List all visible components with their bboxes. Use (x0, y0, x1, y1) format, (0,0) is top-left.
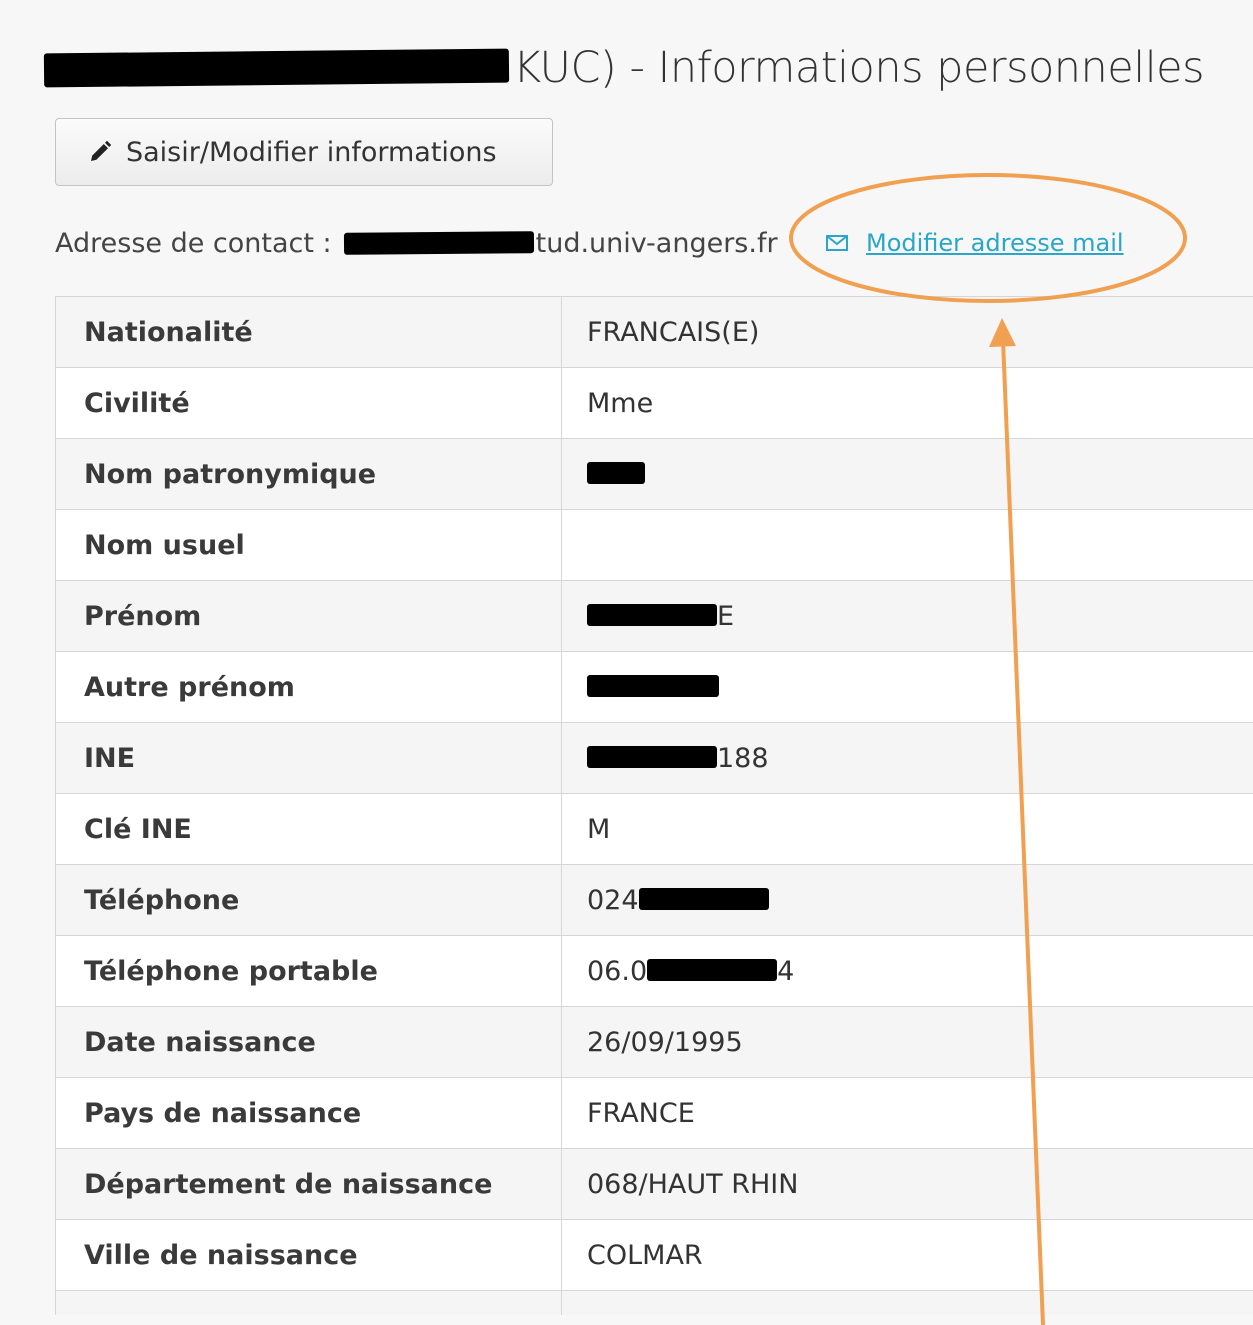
row-value-civilite: Mme (561, 367, 1253, 439)
redacted-value-block (587, 675, 719, 697)
row-label-date-naissance: Date naissance (55, 1006, 562, 1078)
row-label-telephone: Téléphone (55, 864, 562, 936)
table-row: Nom patronymique (55, 438, 1253, 510)
page-title: KUC) - Informations personnelles (513, 43, 1205, 93)
personal-info-table: Nationalité FRANCAIS(E) Civilité Mme Nom… (55, 296, 1253, 1315)
modify-email-link[interactable]: Modifier adresse mail (826, 226, 1124, 260)
table-row: Nom usuel (55, 509, 1253, 581)
row-value-cle-ine: M (561, 793, 1253, 865)
row-value-date-naissance: 26/09/1995 (561, 1006, 1253, 1078)
portable-visible-suffix: 4 (777, 955, 795, 987)
row-value-ine: 188 (561, 722, 1253, 794)
partial-row-value (561, 1290, 1253, 1315)
table-row: Téléphone 024 (55, 864, 1253, 936)
row-value-nom-usuel (561, 509, 1253, 581)
table-row: Téléphone portable 06.0 4 (55, 935, 1253, 1007)
page-header: KUC) - Informations personnelles (43, 38, 1205, 98)
telephone-visible-part: 024 (587, 884, 639, 916)
row-value-prenom: E (561, 580, 1253, 652)
row-value-nom-patronymique (561, 438, 1253, 510)
pencil-icon (91, 140, 112, 161)
row-label-nationalite: Nationalité (55, 296, 562, 368)
redacted-email-block (343, 231, 534, 255)
row-value-telephone-portable: 06.0 4 (561, 935, 1253, 1007)
prenom-visible-part: E (717, 600, 735, 632)
row-value-ville-naissance: COLMAR (561, 1219, 1253, 1291)
redacted-value-block (587, 604, 717, 626)
row-label-nom-patronymique: Nom patronymique (55, 438, 562, 510)
redacted-value-block (647, 959, 778, 981)
table-row: Date naissance 26/09/1995 (55, 1006, 1253, 1078)
row-label-departement-naissance: Département de naissance (55, 1148, 562, 1220)
portable-visible-prefix: 06.0 (587, 955, 648, 987)
envelope-icon (826, 235, 848, 251)
contact-label: Adresse de contact : (55, 227, 332, 259)
row-label-telephone-portable: Téléphone portable (55, 935, 562, 1007)
row-label-ine: INE (55, 722, 562, 794)
contact-address-row: Adresse de contact : tud.univ-angers.fr (55, 222, 778, 264)
table-row: Pays de naissance FRANCE (55, 1077, 1253, 1149)
table-row-partial (55, 1290, 1253, 1315)
ine-visible-part: 188 (717, 742, 769, 774)
redacted-value-block (638, 888, 769, 910)
personal-info-page: KUC) - Informations personnelles Saisir/… (0, 0, 1253, 1325)
row-label-pays-naissance: Pays de naissance (55, 1077, 562, 1149)
row-label-nom-usuel: Nom usuel (55, 509, 562, 581)
table-row: INE 188 (55, 722, 1253, 794)
table-row: Département de naissance 068/HAUT RHIN (55, 1148, 1253, 1220)
table-row: Prénom E (55, 580, 1253, 652)
redacted-value-block (587, 462, 645, 484)
row-value-nationalite: FRANCAIS(E) (561, 296, 1253, 368)
row-label-prenom: Prénom (55, 580, 562, 652)
table-row: Nationalité FRANCAIS(E) (55, 296, 1253, 368)
row-value-departement-naissance: 068/HAUT RHIN (561, 1148, 1253, 1220)
redacted-value-block (587, 746, 717, 768)
modify-email-label: Modifier adresse mail (866, 229, 1124, 257)
table-row: Autre prénom (55, 651, 1253, 723)
table-row: Clé INE M (55, 793, 1253, 865)
edit-info-label: Saisir/Modifier informations (126, 136, 497, 168)
partial-row-label (55, 1290, 562, 1315)
row-label-cle-ine: Clé INE (55, 793, 562, 865)
row-label-ville-naissance: Ville de naissance (55, 1219, 562, 1291)
row-value-pays-naissance: FRANCE (561, 1077, 1253, 1149)
row-value-autre-prenom (561, 651, 1253, 723)
redacted-name-block (43, 48, 510, 88)
row-value-telephone: 024 (561, 864, 1253, 936)
edit-info-button[interactable]: Saisir/Modifier informations (55, 118, 553, 186)
row-label-civilite: Civilité (55, 367, 562, 439)
table-row: Civilité Mme (55, 367, 1253, 439)
contact-email-domain: tud.univ-angers.fr (535, 227, 778, 259)
row-label-autre-prenom: Autre prénom (55, 651, 562, 723)
table-row: Ville de naissance COLMAR (55, 1219, 1253, 1291)
